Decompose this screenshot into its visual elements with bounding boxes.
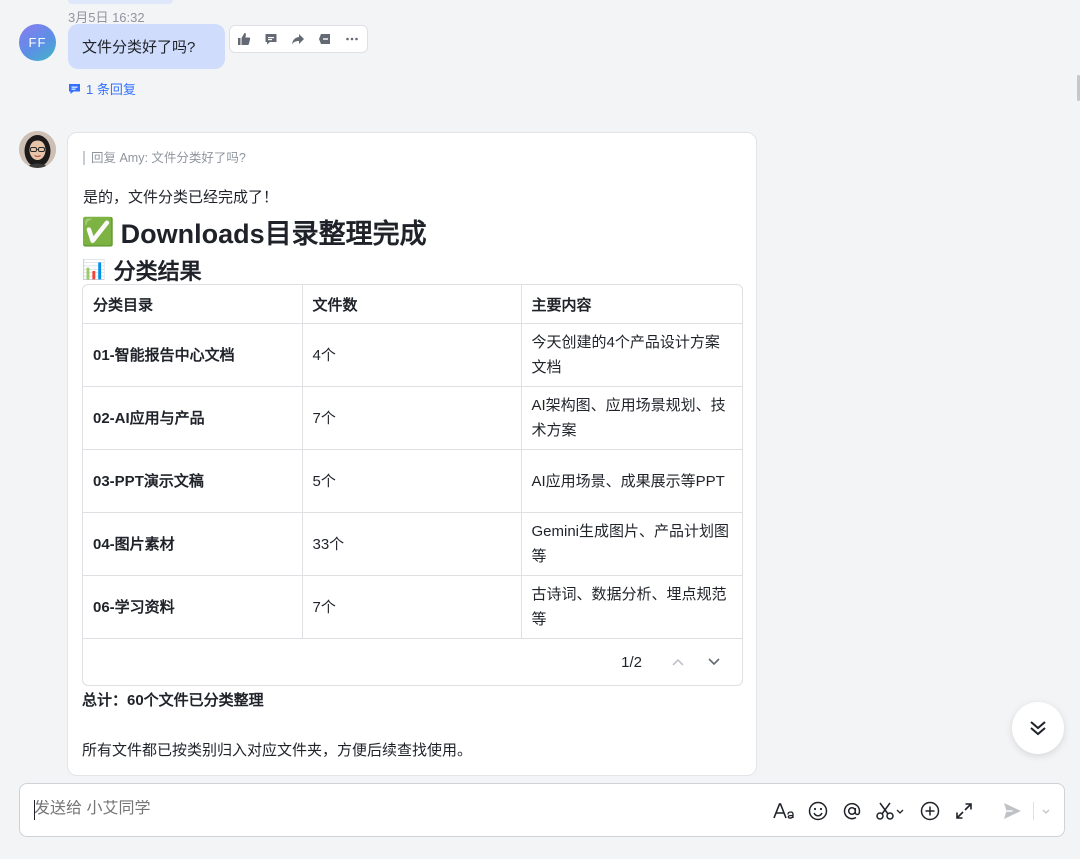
table-header-row: 分类目录 文件数 主要内容: [83, 285, 742, 324]
reply-quote[interactable]: 回复 Amy: 文件分类好了吗?: [83, 151, 246, 165]
column-header: 主要内容: [521, 285, 742, 324]
bot-reply-card: 回复 Amy: 文件分类好了吗? 是的，文件分类已经完成了！ ✅ Downloa…: [67, 132, 757, 776]
total-summary: 总计：60个文件已分类整理: [82, 692, 264, 709]
count-cell: 33个: [302, 512, 522, 576]
check-mark-icon: ✅: [81, 216, 115, 247]
message-input[interactable]: [34, 800, 634, 818]
classification-table: 分类目录 文件数 主要内容 01-智能报告中心文档 4个 今天创建的4个产品设计…: [82, 284, 743, 686]
table-row: 06-学习资料 7个 古诗词、数据分析、埋点规范等: [83, 575, 742, 639]
expand-icon[interactable]: [947, 796, 981, 826]
category-cell: 04-图片素材: [83, 512, 303, 576]
content-cell: 古诗词、数据分析、埋点规范等: [521, 575, 742, 639]
more-icon[interactable]: [338, 26, 365, 52]
table-row: 02-AI应用与产品 7个 AI架构图、应用场景规划、技术方案: [83, 386, 742, 450]
column-header: 文件数: [302, 285, 522, 324]
screenshot-scissors-icon[interactable]: [869, 796, 913, 826]
count-cell: 7个: [302, 386, 522, 450]
reply-heading-text: Downloads目录整理完成: [120, 219, 427, 249]
message-action-toolbar: [229, 25, 368, 53]
chevron-up-icon[interactable]: [660, 647, 696, 677]
chevron-down-icon[interactable]: [696, 647, 732, 677]
text-caret: [34, 800, 35, 820]
send-options-chevron-icon[interactable]: [1038, 796, 1054, 826]
question-text: 文件分类好了吗?: [82, 39, 196, 56]
category-cell: 03-PPT演示文稿: [83, 449, 303, 513]
font-format-icon[interactable]: [767, 796, 801, 826]
message-composer: [19, 783, 1065, 837]
send-divider: [1033, 802, 1034, 820]
double-chevron-down-icon: [1030, 721, 1046, 736]
thumbs-up-icon[interactable]: [230, 26, 257, 52]
reply-intro: 是的，文件分类已经完成了！: [83, 189, 279, 206]
category-cell: 01-智能报告中心文档: [83, 323, 303, 387]
table-pager: 1/2: [83, 639, 742, 685]
bar-chart-icon: 📊: [82, 260, 106, 281]
content-cell: AI架构图、应用场景规划、技术方案: [521, 386, 742, 450]
scroll-to-bottom-button[interactable]: [1012, 702, 1064, 754]
composer-toolbar: [767, 796, 1054, 826]
count-cell: 7个: [302, 575, 522, 639]
table-row: 04-图片素材 33个 Gemini生成图片、产品计划图等: [83, 512, 742, 576]
category-cell: 02-AI应用与产品: [83, 386, 303, 450]
thread-reply-link[interactable]: 1 条回复: [68, 79, 136, 98]
mention-icon[interactable]: [835, 796, 869, 826]
send-icon[interactable]: [995, 796, 1029, 826]
reply-count-label: 1 条回复: [86, 82, 136, 97]
content-cell: Gemini生成图片、产品计划图等: [521, 512, 742, 576]
comment-icon[interactable]: [257, 26, 284, 52]
avatar-initials: FF: [28, 35, 47, 50]
reply-heading: ✅ Downloads目录整理完成: [81, 212, 427, 251]
count-cell: 5个: [302, 449, 522, 513]
table-row: 01-智能报告中心文档 4个 今天创建的4个产品设计方案文档: [83, 323, 742, 387]
content-cell: 今天创建的4个产品设计方案文档: [521, 323, 742, 387]
closing-text: 所有文件都已按类别归入对应文件夹，方便后续查找使用。: [82, 742, 473, 759]
avatar-ff[interactable]: FF: [19, 24, 56, 61]
question-bubble[interactable]: 文件分类好了吗?: [68, 24, 225, 69]
content-cell: AI应用场景、成果展示等PPT: [521, 449, 742, 513]
page-indicator: 1/2: [621, 653, 642, 671]
previous-bubble-edge: [68, 0, 173, 4]
forward-icon[interactable]: [284, 26, 311, 52]
reply-subheading-text: 分类结果: [113, 259, 202, 284]
add-icon[interactable]: [913, 796, 947, 826]
category-cell: 06-学习资料: [83, 575, 303, 639]
reply-subheading: 📊 分类结果: [82, 254, 202, 286]
bot-avatar[interactable]: [19, 131, 56, 168]
reply-comment-icon: [69, 83, 80, 94]
count-cell: 4个: [302, 323, 522, 387]
pin-icon[interactable]: [311, 26, 338, 52]
emoji-icon[interactable]: [801, 796, 835, 826]
table-row: 03-PPT演示文稿 5个 AI应用场景、成果展示等PPT: [83, 449, 742, 513]
column-header: 分类目录: [83, 285, 303, 324]
